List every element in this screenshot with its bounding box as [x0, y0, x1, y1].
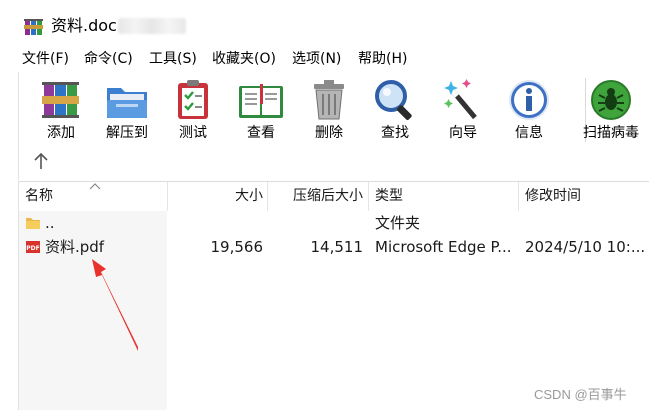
- file-name: ..: [45, 214, 55, 232]
- folder-icon: [26, 218, 40, 229]
- column-packed-size[interactable]: 压缩后大小: [269, 182, 363, 211]
- title-bar: 资料.doc: [0, 0, 649, 46]
- trash-icon: [314, 80, 344, 120]
- file-packed-size: 14,511: [310, 238, 364, 256]
- column-size[interactable]: 大小: [169, 182, 263, 211]
- menu-options[interactable]: 选项(N): [292, 50, 341, 68]
- window-title: 资料.doc: [51, 16, 117, 35]
- magnifier-icon: [375, 80, 412, 120]
- annotation-arrow: [92, 259, 138, 351]
- watermark: CSDN @百事牛: [534, 387, 627, 402]
- wizard-button[interactable]: 向导: [433, 74, 493, 146]
- file-packed-size: [269, 211, 363, 235]
- info-icon: [509, 80, 549, 120]
- extract-folder-icon: [107, 88, 147, 118]
- menu-help[interactable]: 帮助(H): [358, 50, 407, 68]
- add-books-icon: [42, 82, 79, 118]
- column-modified[interactable]: 修改时间: [525, 182, 645, 211]
- add-button[interactable]: 添加: [31, 74, 91, 146]
- menu-favorites[interactable]: 收藏夹(O): [212, 50, 276, 68]
- svg-text:PDF: PDF: [26, 245, 39, 252]
- file-row-parent[interactable]: .. 文件夹: [19, 211, 649, 235]
- scan-virus-label: 扫描病毒: [583, 125, 639, 141]
- delete-button[interactable]: 删除: [299, 74, 359, 146]
- redacted-path: [118, 18, 186, 34]
- up-arrow-icon[interactable]: [33, 152, 49, 170]
- column-name[interactable]: 名称: [25, 182, 165, 211]
- wizard-label: 向导: [449, 125, 477, 141]
- column-divider[interactable]: [368, 182, 369, 211]
- toolbar: 添加 解压到 测试 查看 删除 查找 向导 信息 扫描病毒: [18, 72, 649, 180]
- magic-wand-icon: [444, 79, 477, 120]
- file-type: Microsoft Edge P...: [375, 238, 512, 256]
- file-size: [169, 211, 263, 235]
- delete-label: 删除: [315, 125, 343, 141]
- column-divider[interactable]: [518, 182, 519, 211]
- add-label: 添加: [47, 125, 75, 141]
- find-label: 查找: [381, 125, 409, 141]
- view-label: 查看: [247, 125, 275, 141]
- extract-to-label: 解压到: [106, 125, 148, 141]
- file-size: 19,566: [210, 238, 264, 256]
- test-button[interactable]: 测试: [163, 74, 223, 146]
- test-clipboard-icon: [178, 80, 208, 119]
- info-button[interactable]: 信息: [499, 74, 559, 146]
- scan-virus-button[interactable]: 扫描病毒: [575, 74, 647, 146]
- winrar-archive-icon: [24, 19, 43, 35]
- find-button[interactable]: 查找: [365, 74, 425, 146]
- virus-scan-icon: [591, 80, 631, 120]
- file-modified: [525, 211, 649, 235]
- menu-bar: 文件(F) 命令(C) 工具(S) 收藏夹(O) 选项(N) 帮助(H): [0, 46, 649, 72]
- menu-file[interactable]: 文件(F): [22, 50, 69, 68]
- view-book-icon: [239, 84, 283, 118]
- view-button[interactable]: 查看: [231, 74, 291, 146]
- column-type[interactable]: 类型: [375, 182, 515, 211]
- column-divider[interactable]: [267, 182, 268, 211]
- column-divider[interactable]: [167, 182, 168, 211]
- test-label: 测试: [179, 125, 207, 141]
- menu-commands[interactable]: 命令(C): [84, 50, 133, 68]
- pdf-icon: PDF: [26, 241, 40, 253]
- info-label: 信息: [515, 125, 543, 141]
- menu-tools[interactable]: 工具(S): [149, 50, 197, 68]
- extract-to-button[interactable]: 解压到: [97, 74, 157, 146]
- column-header-row: 名称 大小 压缩后大小 类型 修改时间: [19, 182, 649, 211]
- file-type: 文件夹: [375, 214, 421, 232]
- file-modified: 2024/5/10 10:...: [525, 238, 646, 256]
